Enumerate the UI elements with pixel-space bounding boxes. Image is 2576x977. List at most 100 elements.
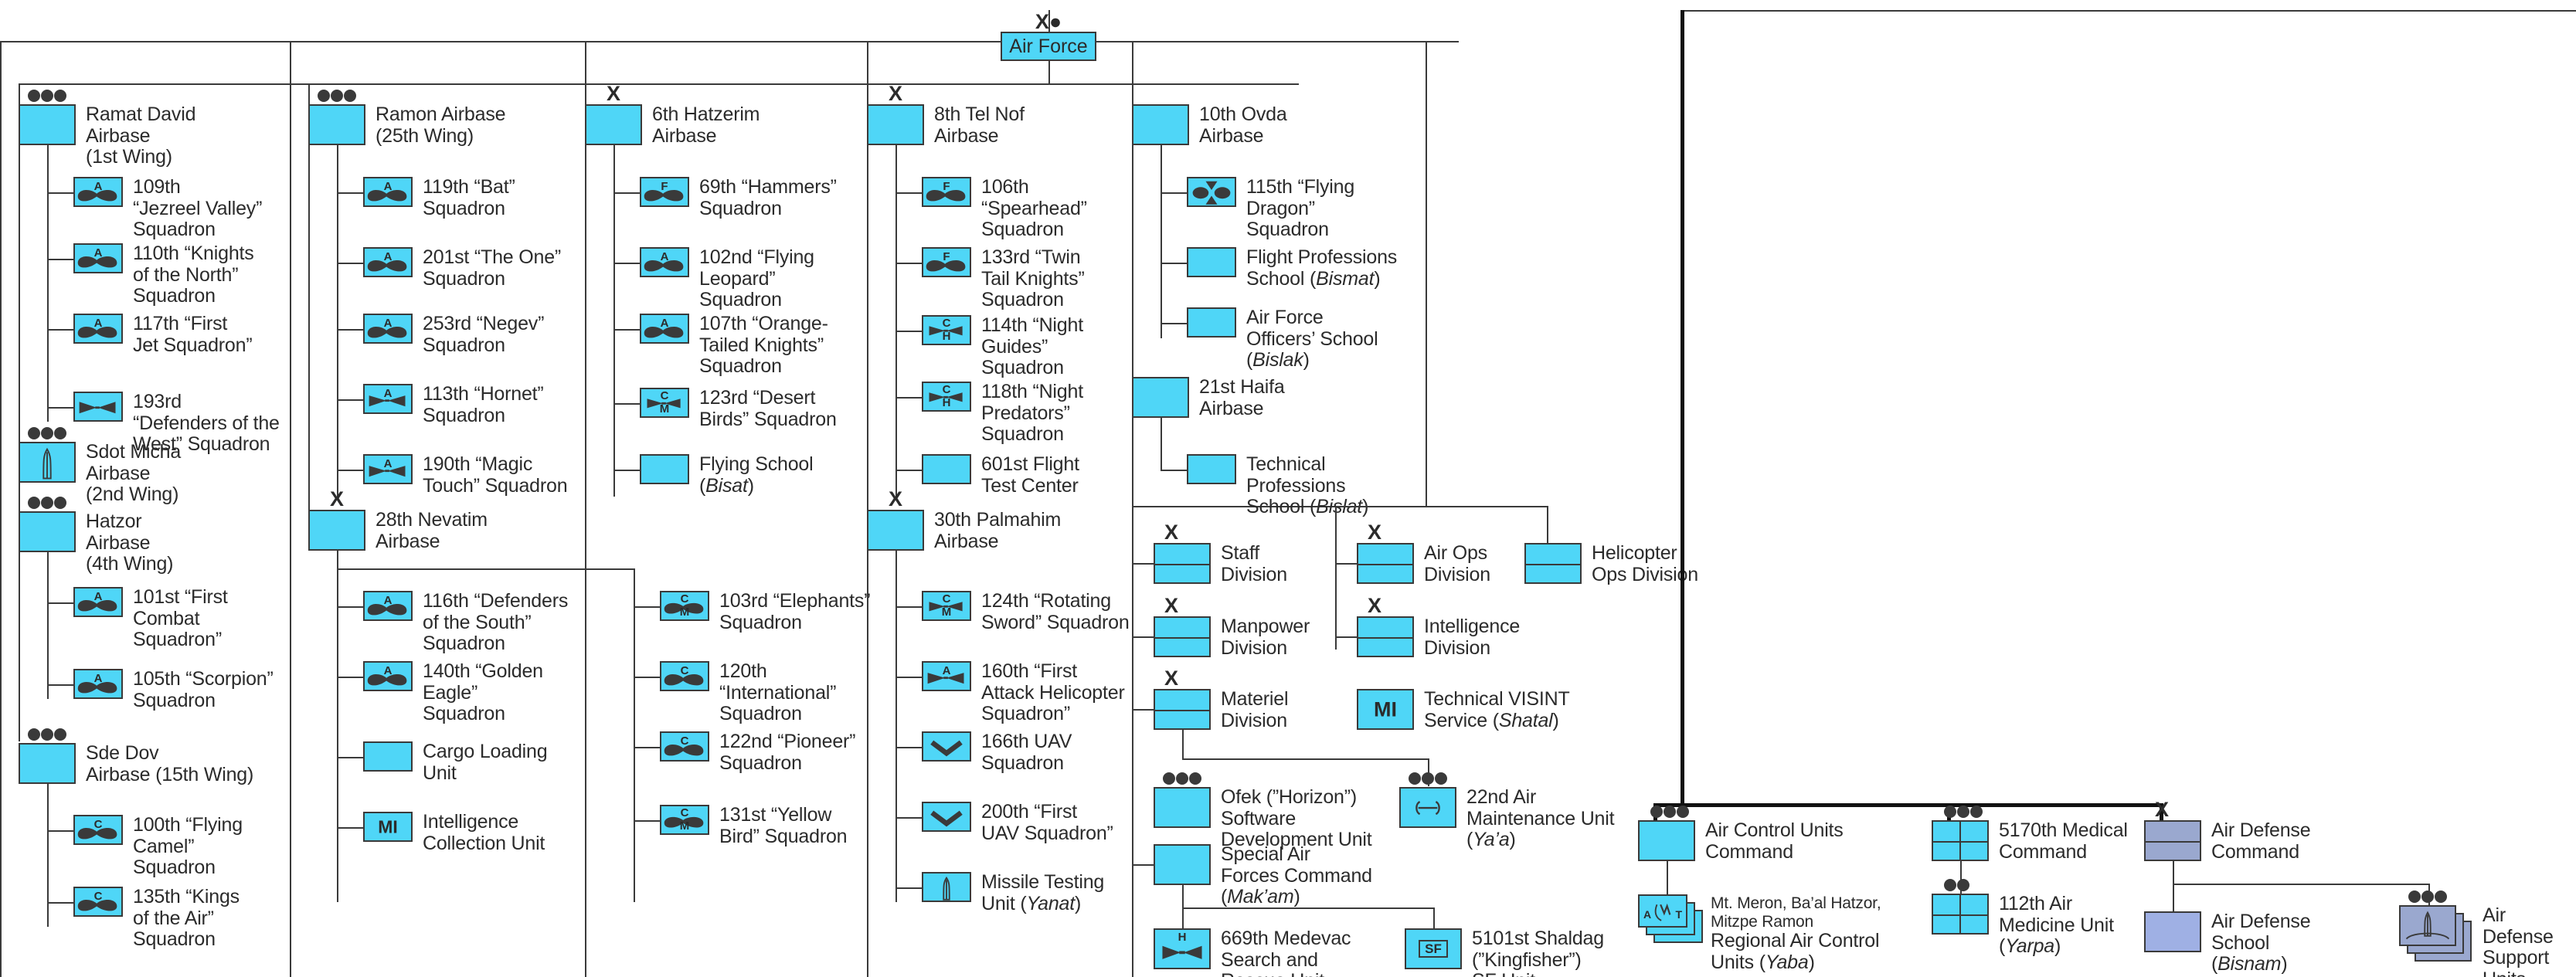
node-115th-squadron[interactable]: 115th “Flying Dragon” Squadron: [1187, 176, 1354, 241]
connector: [47, 684, 73, 686]
node-669th-medevac-unit[interactable]: H 669th Medevac Search and Rescue Unit: [1154, 928, 1351, 977]
maintenance-symbol: [1399, 772, 1456, 828]
unit-letter-top: A: [383, 594, 393, 607]
node-ramon-airbase[interactable]: Ramon Airbase (25th Wing): [308, 90, 506, 147]
node-190th-squadron[interactable]: A 190th “Magic Touch” Squadron: [363, 453, 568, 497]
unit-label: 253rd “Negev” Squadron: [423, 313, 545, 356]
node-140th-squadron[interactable]: A 140th “Golden Eagle” Squadron: [363, 660, 543, 725]
hatzor-symbol: [19, 497, 76, 552]
unit-label: 110th “Knights of the North” Squadron: [133, 243, 254, 307]
node-palmahim-airbase[interactable]: X 30th Palmahim Airbase: [867, 489, 1061, 552]
unit-symbol-fixed-wing: A: [640, 247, 689, 277]
node-missile-testing-unit[interactable]: Missile Testing Unit (Yanat): [922, 871, 1104, 914]
node-101st-squadron[interactable]: A 101st “First Combat Squadron”: [73, 586, 228, 651]
node-air-defense-school[interactable]: Air Defense School (Bisnam): [2144, 911, 2311, 975]
node-124th-squadron[interactable]: C M 124th “Rotating Sword” Squadron: [922, 590, 1130, 633]
unit-letter-top: C: [93, 818, 103, 831]
node-114th-squadron[interactable]: C H 114th “Night Guides” Squadron: [922, 314, 1083, 379]
connector: [1161, 192, 1187, 194]
division-label: Air Ops Division: [1424, 542, 1490, 585]
sf-icon: SF: [1419, 940, 1448, 958]
node-staff-division[interactable]: X Staff Division: [1154, 522, 1287, 585]
node-hatzor-airbase[interactable]: Hatzor Airbase (4th Wing): [19, 497, 174, 575]
node-105th-squadron[interactable]: A 105th “Scorpion” Squadron: [73, 668, 274, 711]
echelon-ofek: [1163, 770, 1201, 787]
node-135th-squadron[interactable]: C 135th “Kings of the Air” Squadron: [73, 886, 240, 951]
node-109th-squadron[interactable]: A 109th “Jezreel Valley” Squadron: [73, 176, 262, 241]
node-131st-squadron[interactable]: C M 131st “Yellow Bird” Squadron: [660, 804, 848, 847]
node-technical-visint-service[interactable]: MI Technical VISINT Service (Shatal): [1357, 688, 1570, 731]
haifa-label: 21st Haifa Airbase: [1199, 376, 1285, 419]
node-118th-squadron[interactable]: C H 118th “Night Predators” Squadron: [922, 381, 1083, 446]
node-manpower-division[interactable]: X Manpower Division: [1154, 595, 1310, 659]
node-air-force-officers-school[interactable]: Air Force Officers’ School (Bislak): [1187, 307, 1378, 371]
unit-symbol-uav: [922, 731, 971, 762]
nevatim-symbol: X: [308, 489, 365, 551]
node-flying-school[interactable]: Flying School (Bisat): [640, 453, 814, 497]
unit-letter-top: C: [680, 592, 689, 606]
node-122nd-squadron[interactable]: C 122nd “Pioneer” Squadron: [660, 731, 855, 774]
unit-label: Flying School (Bisat): [699, 453, 814, 497]
node-117th-squadron[interactable]: A 117th “First Jet Squadron”: [73, 313, 253, 356]
node-air-defense-support-units[interactable]: Air Defense Support Units: [2399, 890, 2576, 977]
unit-label: 123rd “Desert Birds” Squadron: [699, 387, 837, 430]
node-helicopter-ops-division[interactable]: Helicopter Ops Division: [1524, 542, 1698, 585]
node-flight-professions-school[interactable]: Flight Professions School (Bismat): [1187, 246, 1397, 290]
node-120th-squadron[interactable]: C 120th “International” Squadron: [660, 660, 837, 725]
staff-bar-icon: [1358, 636, 1412, 639]
node-106th-squadron[interactable]: F 106th “Spearhead” Squadron: [922, 176, 1087, 241]
node-regional-air-control-units[interactable]: A T Mt. Meron, Ba’al Hatzor, Mitzpe Ramo…: [1638, 894, 1881, 973]
node-sdot-micha-airbase[interactable]: Sdot Micha Airbase (2nd Wing): [19, 427, 181, 506]
node-air-force[interactable]: X● Air Force: [1001, 12, 1096, 61]
node-107th-squadron[interactable]: A 107th “Orange- Tailed Knights” Squadro…: [640, 313, 828, 378]
medical-drop: [1947, 803, 1951, 820]
node-103rd-squadron[interactable]: C M 103rd “Elephants” Squadron: [660, 590, 871, 633]
node-cargo-loading-unit[interactable]: Cargo Loading Unit: [363, 741, 548, 784]
echelon-materiel-division: X: [1164, 667, 1179, 690]
connector: [634, 606, 660, 608]
node-intelligence-collection-unit[interactable]: MI Intelligence Collection Unit: [363, 811, 545, 854]
node-22nd-air-maintenance-unit[interactable]: 22nd Air Maintenance Unit (Ya’a): [1399, 772, 1615, 851]
col1-bus-2: [19, 463, 20, 741]
node-haifa-airbase[interactable]: 21st Haifa Airbase: [1132, 376, 1285, 419]
node-air-control-units-command[interactable]: Air Control Units Command: [1638, 806, 1844, 863]
node-133rd-squadron[interactable]: F 133rd “Twin Tail Knights” Squadron: [922, 246, 1085, 311]
node-102nd-squadron[interactable]: A 102nd “Flying Leopard” Squadron: [640, 246, 814, 311]
node-5101st-shaldag-unit[interactable]: SF 5101st Shaldag (”Kingfisher”) SF Unit: [1405, 928, 1604, 977]
node-ovda-airbase[interactable]: 10th Ovda Airbase: [1132, 103, 1287, 147]
unit-letter-top: A: [660, 250, 669, 263]
node-materiel-division[interactable]: X Materiel Division: [1154, 668, 1289, 731]
unit-label: 120th “International” Squadron: [719, 660, 837, 724]
node-nevatim-airbase[interactable]: X 28th Nevatim Airbase: [308, 489, 488, 552]
node-technical-professions-school[interactable]: TechnicalProfessionsSchool (Bislat): [1187, 453, 1368, 518]
node-113th-squadron[interactable]: A 113th “Hornet” Squadron: [363, 383, 544, 426]
missile-icon: [42, 447, 52, 480]
node-ofek-software-unit[interactable]: Ofek (”Horizon”) Software Development Un…: [1154, 772, 1372, 851]
node-200th-uav-squadron[interactable]: 200th “First UAV Squadron”: [922, 801, 1113, 844]
node-116th-squadron[interactable]: A 116th “Defenders of the South” Squadro…: [363, 590, 568, 655]
node-air-ops-division[interactable]: X Air Ops Division: [1357, 522, 1490, 585]
node-69th-squadron[interactable]: F 69th “Hammers” Squadron: [640, 176, 837, 219]
node-601st-flight-test-center[interactable]: 601st Flight Test Center: [922, 453, 1079, 497]
node-110th-squadron[interactable]: A 110th “Knights of the North” Squadron: [73, 243, 254, 307]
unit-symbol-fixed-wing: A: [363, 314, 413, 344]
node-160th-squadron[interactable]: A 160th “First Attack Helicopter Squadro…: [922, 660, 1125, 725]
unit-letter-top: A: [942, 664, 951, 677]
connector: [895, 331, 922, 332]
unit-label: 160th “First Attack Helicopter Squadron”: [981, 660, 1125, 724]
node-123rd-squadron[interactable]: C M 123rd “Desert Birds” Squadron: [640, 387, 837, 430]
node-hatzerim-airbase[interactable]: X 6th Hatzerim Airbase: [585, 83, 760, 147]
node-100th-squadron[interactable]: C 100th “Flying Camel” Squadron: [73, 814, 243, 879]
node-special-air-forces-command[interactable]: Special Air Forces Command (Mak’am): [1154, 843, 1372, 908]
node-sde-dov-airbase[interactable]: Sde Dov Airbase (15th Wing): [19, 728, 253, 785]
node-air-defense-command[interactable]: X Air Defense Command: [2144, 799, 2311, 863]
node-ramat-david-airbase[interactable]: Ramat David Airbase (1st Wing): [19, 90, 195, 168]
node-5170th-medical-command[interactable]: 5170th Medical Command: [1932, 806, 2128, 863]
node-tel-nof-airbase[interactable]: X 8th Tel Nof Airbase: [867, 83, 1025, 147]
node-201st-squadron[interactable]: A 201st “The One” Squadron: [363, 246, 561, 290]
node-166th-uav-squadron[interactable]: 166th UAV Squadron: [922, 731, 1072, 774]
node-intelligence-division[interactable]: X Intelligence Division: [1357, 595, 1520, 659]
node-112th-air-medicine-unit[interactable]: 112th Air Medicine Unit (Yarpa): [1932, 879, 2114, 958]
node-119th-squadron[interactable]: A 119th “Bat” Squadron: [363, 176, 515, 219]
node-253rd-squadron[interactable]: A 253rd “Negev” Squadron: [363, 313, 545, 356]
